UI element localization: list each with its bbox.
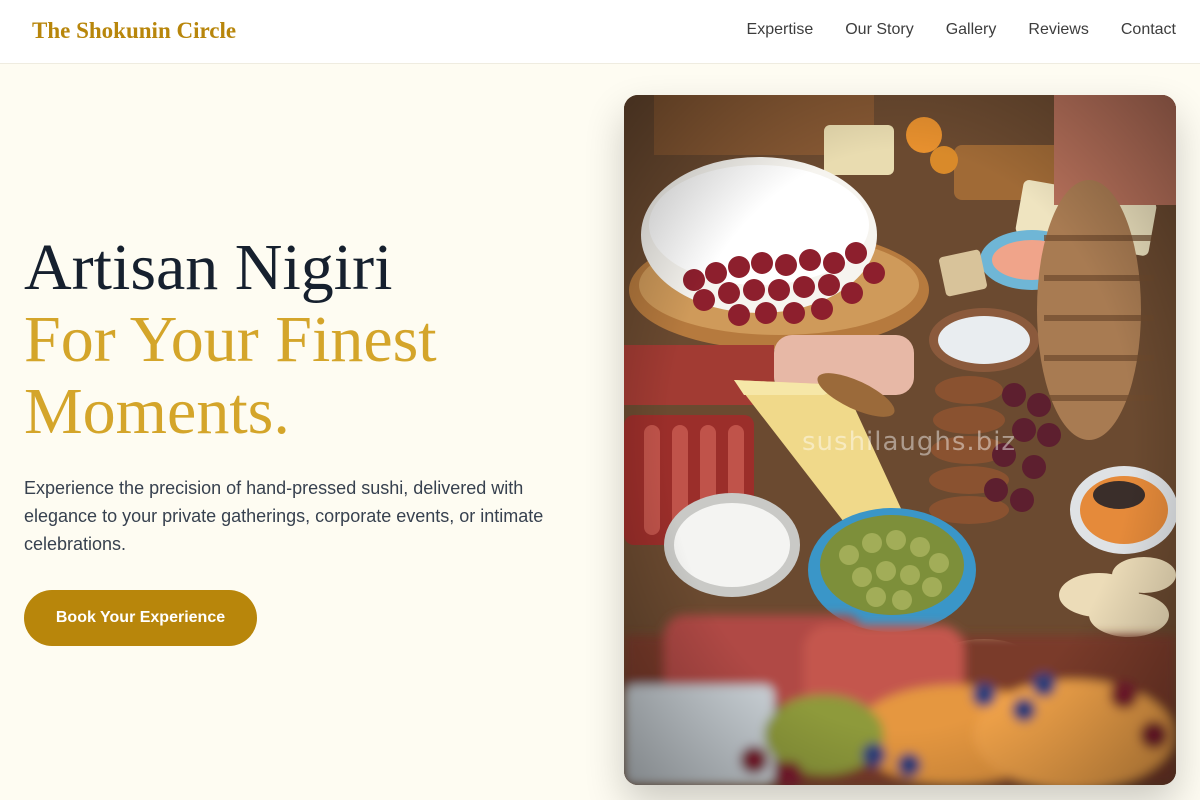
hero-description: Experience the precision of hand-pressed… xyxy=(24,478,544,554)
headline-line-2: For Your Finest xyxy=(24,303,437,376)
headline-line-1: Artisan Nigiri xyxy=(24,231,393,304)
nav-link-contact[interactable]: Contact xyxy=(1121,21,1176,39)
nav-link-expertise[interactable]: Expertise xyxy=(747,21,814,39)
nav-link-our-story[interactable]: Our Story xyxy=(845,21,913,39)
brand-logo[interactable]: The Shokunin Circle xyxy=(32,18,236,44)
hero-headline: Artisan Nigiri For Your Finest Moments. xyxy=(24,232,584,448)
nav-link-gallery[interactable]: Gallery xyxy=(946,21,997,39)
book-experience-button[interactable]: Book Your Experience xyxy=(24,590,257,646)
site-header: The Shokunin Circle Expertise Our Story … xyxy=(0,0,1200,64)
image-watermark: sushilaughs.biz xyxy=(802,427,1017,457)
headline-line-3: Moments. xyxy=(24,375,290,448)
nav-link-reviews[interactable]: Reviews xyxy=(1028,21,1088,39)
main-nav: Expertise Our Story Gallery Reviews Cont… xyxy=(747,21,1176,39)
hero-image: sushilaughs.biz xyxy=(624,95,1176,785)
